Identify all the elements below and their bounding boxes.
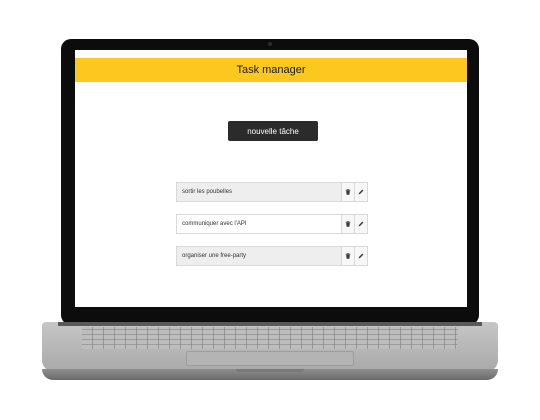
trackpad <box>186 351 354 366</box>
task-row: organiser une free-party <box>176 246 368 266</box>
task-row: communiquer avec l'API <box>176 214 368 234</box>
camera-icon <box>268 42 272 46</box>
edit-task-button[interactable] <box>354 247 367 265</box>
task-text[interactable]: organiser une free-party <box>177 247 341 265</box>
stage: Task manager nouvelle tâche sortir les p… <box>0 0 540 420</box>
app-title: Task manager <box>236 64 306 76</box>
pencil-icon <box>358 221 364 227</box>
edit-task-button[interactable] <box>354 183 367 201</box>
delete-task-button[interactable] <box>341 247 354 265</box>
keyboard <box>82 327 458 349</box>
trash-icon <box>345 221 351 227</box>
delete-task-button[interactable] <box>341 215 354 233</box>
trash-icon <box>345 253 351 259</box>
new-task-button[interactable]: nouvelle tâche <box>228 121 318 141</box>
laptop-hinge <box>58 322 482 326</box>
edit-task-button[interactable] <box>354 215 367 233</box>
delete-task-button[interactable] <box>341 183 354 201</box>
laptop-screen: Task manager nouvelle tâche sortir les p… <box>75 50 467 307</box>
pencil-icon <box>358 189 364 195</box>
pencil-icon <box>358 253 364 259</box>
task-list: sortir les poubelles communiquer avec l'… <box>176 182 368 266</box>
laptop-notch <box>236 369 304 372</box>
task-row: sortir les poubelles <box>176 182 368 202</box>
app-header: Task manager <box>75 58 467 82</box>
task-text[interactable]: communiquer avec l'API <box>177 215 341 233</box>
task-text[interactable]: sortir les poubelles <box>177 183 341 201</box>
trash-icon <box>345 189 351 195</box>
